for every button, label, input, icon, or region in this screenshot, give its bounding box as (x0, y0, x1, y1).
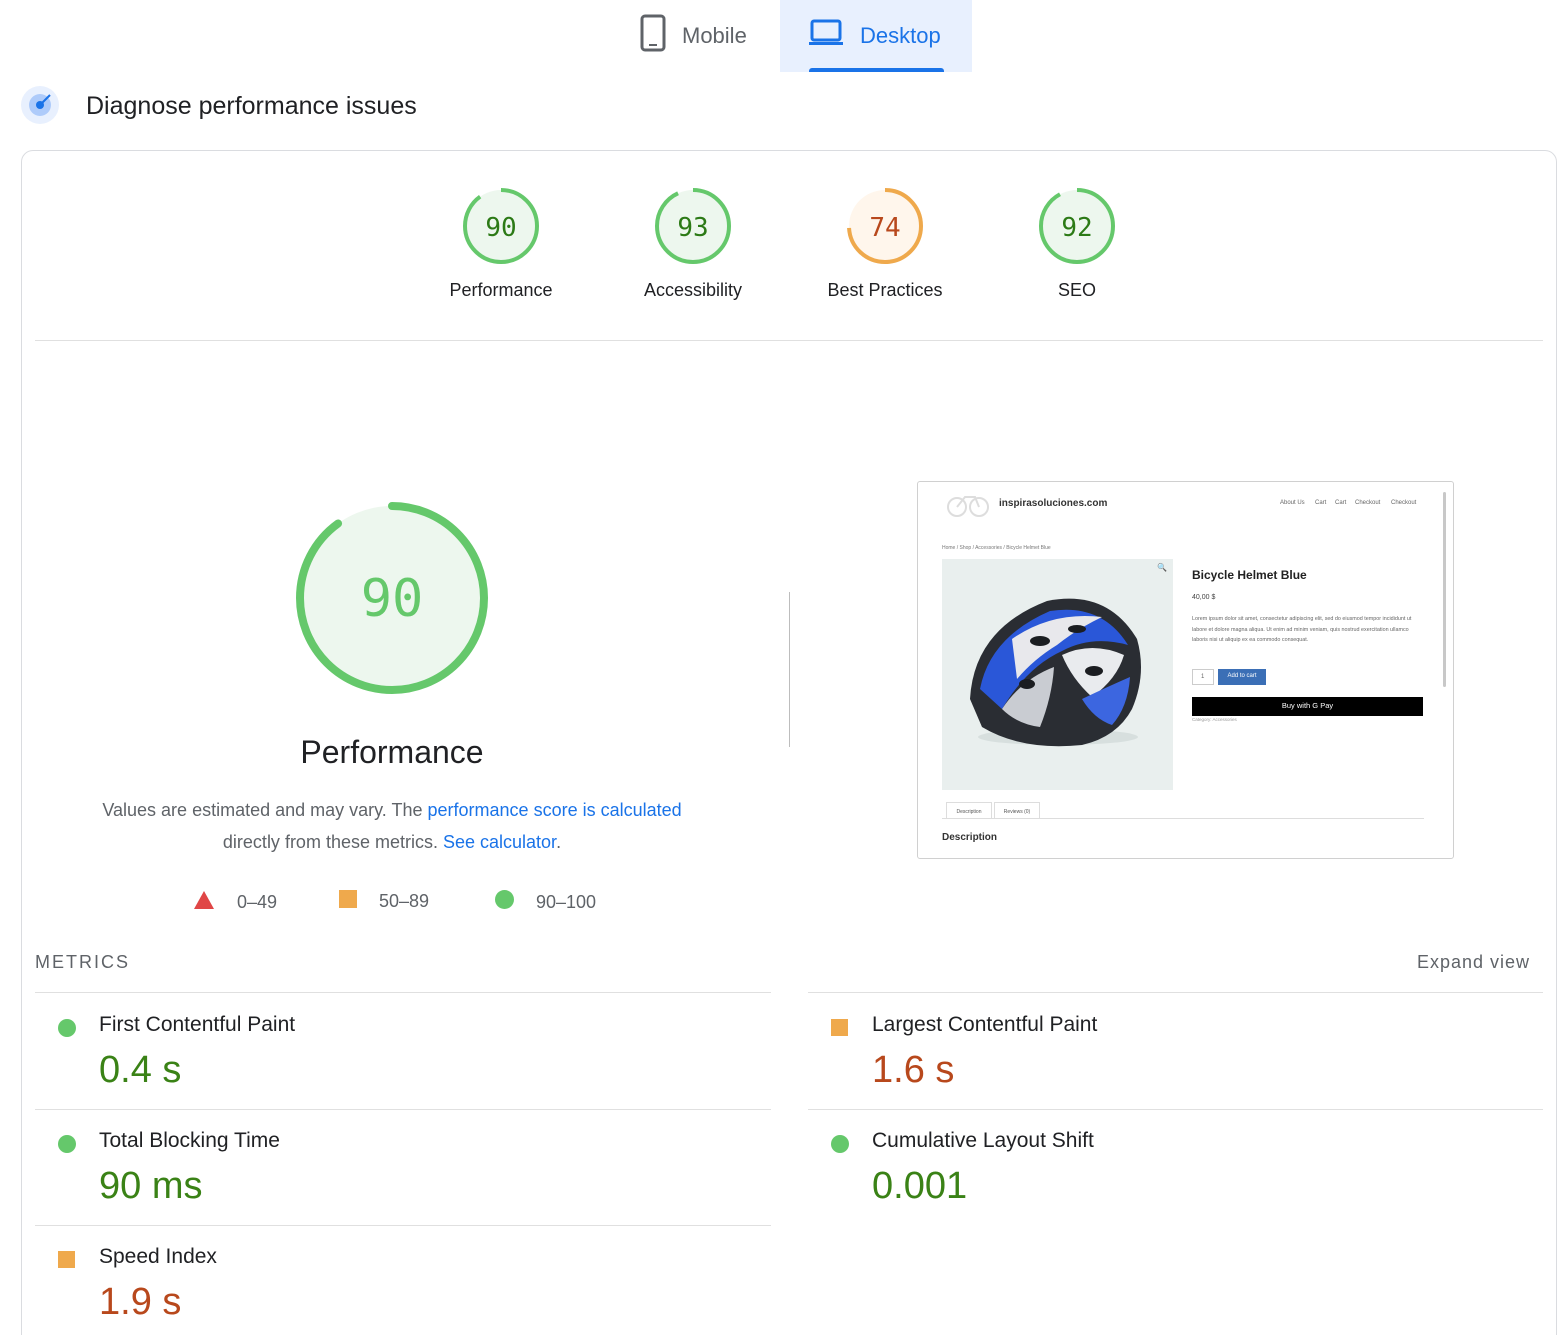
page-screenshot[interactable]: inspirasoluciones.com About Us Cart Cart… (917, 481, 1454, 859)
screenshot-nav-item: Checkout (1355, 500, 1381, 506)
seo-gauge: 92 (1039, 188, 1115, 264)
score-performance[interactable]: 90 Performance (401, 186, 601, 301)
metric-label: Total Blocking Time (99, 1129, 280, 1152)
helmet-product-image (942, 559, 1173, 790)
legend-fail: 0–49 (193, 890, 277, 915)
screenshot-nav-item: Cart (1335, 500, 1347, 506)
legend-average: 50–89 (339, 890, 429, 913)
good-indicator-icon (58, 1019, 76, 1037)
score-value: 90 (485, 213, 516, 243)
metric-label: Speed Index (99, 1245, 217, 1268)
red-triangle-icon (193, 890, 215, 915)
screenshot-tabs: Description Reviews (0) (942, 802, 1424, 819)
laptop-icon (808, 19, 844, 53)
best-practices-gauge: 74 (847, 188, 923, 264)
bicycle-logo-icon (946, 492, 990, 518)
green-circle-icon (495, 890, 514, 914)
desc-text-1: Values are estimated and may vary. The (102, 800, 428, 820)
legend-pass: 90–100 (495, 890, 596, 914)
screenshot-qty-field: 1 (1192, 669, 1214, 685)
main-score-value: 90 (361, 569, 424, 629)
score-best-practices[interactable]: 74 Best Practices (785, 186, 985, 301)
screenshot-add-to-cart: Add to cart (1218, 669, 1266, 685)
desc-text-3: . (556, 832, 562, 852)
performance-main-gauge: 90 (296, 502, 488, 694)
screenshot-section-title: Description (942, 832, 998, 843)
metric-value: 1.6 s (872, 1049, 955, 1091)
metric-label: First Contentful Paint (99, 1013, 296, 1036)
score-label: SEO (1057, 280, 1096, 300)
legend-range: 90–100 (536, 891, 597, 912)
score-label: Accessibility (643, 280, 743, 300)
metric-value: 0.4 s (99, 1049, 182, 1091)
performance-gauge: 90 (463, 188, 539, 264)
see-calculator-link[interactable]: See calculator (443, 832, 556, 852)
screenshot-description-text: Lorem ipsum dolor sit amet, consectetur … (1192, 616, 1412, 643)
metric-label: Largest Contentful Paint (872, 1013, 1098, 1036)
good-indicator-icon (831, 1135, 849, 1153)
metric-speed-index: Speed Index 1.9 s (35, 1225, 771, 1335)
score-seo[interactable]: 92 SEO (977, 186, 1177, 301)
good-indicator-icon (58, 1135, 76, 1153)
legend-range: 0–49 (237, 892, 278, 912)
screenshot-nav-item: About Us (1280, 500, 1305, 506)
score-calculated-link[interactable]: performance score is calculated (428, 800, 682, 820)
score-description: Values are estimated and may vary. The p… (62, 794, 722, 858)
screenshot-scrollbar (1443, 492, 1446, 687)
screenshot-breadcrumb: Home / Shop / Accessories / Bicycle Helm… (942, 545, 1051, 551)
main-score-title: Performance (300, 734, 484, 770)
tab-desktop-label: Desktop (860, 23, 941, 48)
smartphone-icon (640, 14, 666, 58)
page-title: Diagnose performance issues (86, 92, 417, 120)
metric-value: 90 ms (99, 1165, 203, 1207)
average-indicator-icon (831, 1019, 848, 1036)
score-value: 92 (1061, 213, 1092, 243)
screenshot-tab-reviews: Reviews (0) (994, 802, 1040, 819)
screenshot-category: Category: Accessories (1192, 717, 1237, 722)
screenshot-product-title: Bicycle Helmet Blue (1192, 568, 1307, 582)
metric-tbt: Total Blocking Time 90 ms (35, 1109, 771, 1225)
tab-mobile-label: Mobile (682, 23, 747, 48)
legend-range: 50–89 (379, 891, 430, 911)
screenshot-site-name: inspirasoluciones.com (999, 498, 1108, 509)
desc-text-2: directly from these metrics. (222, 832, 443, 852)
screenshot-nav-item: Cart (1315, 500, 1327, 506)
zoom-icon: 🔍 (1157, 563, 1167, 572)
vertical-divider (789, 592, 790, 747)
tab-desktop[interactable]: Desktop (780, 0, 972, 72)
score-value: 74 (869, 213, 900, 243)
screenshot-nav-item: Checkout (1391, 500, 1417, 506)
score-accessibility[interactable]: 93 Accessibility (593, 186, 793, 301)
average-indicator-icon (58, 1251, 75, 1268)
screenshot-price: 40,00 $ (1192, 594, 1216, 601)
score-label: Best Practices (827, 280, 943, 300)
metric-lcp: Largest Contentful Paint 1.6 s (808, 993, 1544, 1109)
orange-square-icon (339, 890, 357, 913)
score-label: Performance (449, 280, 553, 300)
expand-view-button[interactable]: Expand view (1400, 952, 1530, 973)
divider (35, 340, 1543, 341)
diagnose-target-icon (20, 85, 60, 125)
metric-value: 1.9 s (99, 1281, 182, 1323)
screenshot-tab-description: Description (946, 802, 992, 819)
metric-fcp: First Contentful Paint 0.4 s (35, 993, 771, 1109)
score-value: 93 (677, 213, 708, 243)
accessibility-gauge: 93 (655, 188, 731, 264)
metric-value: 0.001 (872, 1165, 968, 1207)
screenshot-gpay-button: Buy with G Pay (1192, 697, 1423, 716)
metric-label: Cumulative Layout Shift (872, 1129, 1094, 1152)
metrics-heading: METRICS (35, 952, 130, 972)
metric-cls: Cumulative Layout Shift 0.001 (808, 1109, 1544, 1225)
tab-mobile[interactable]: Mobile (612, 0, 780, 72)
